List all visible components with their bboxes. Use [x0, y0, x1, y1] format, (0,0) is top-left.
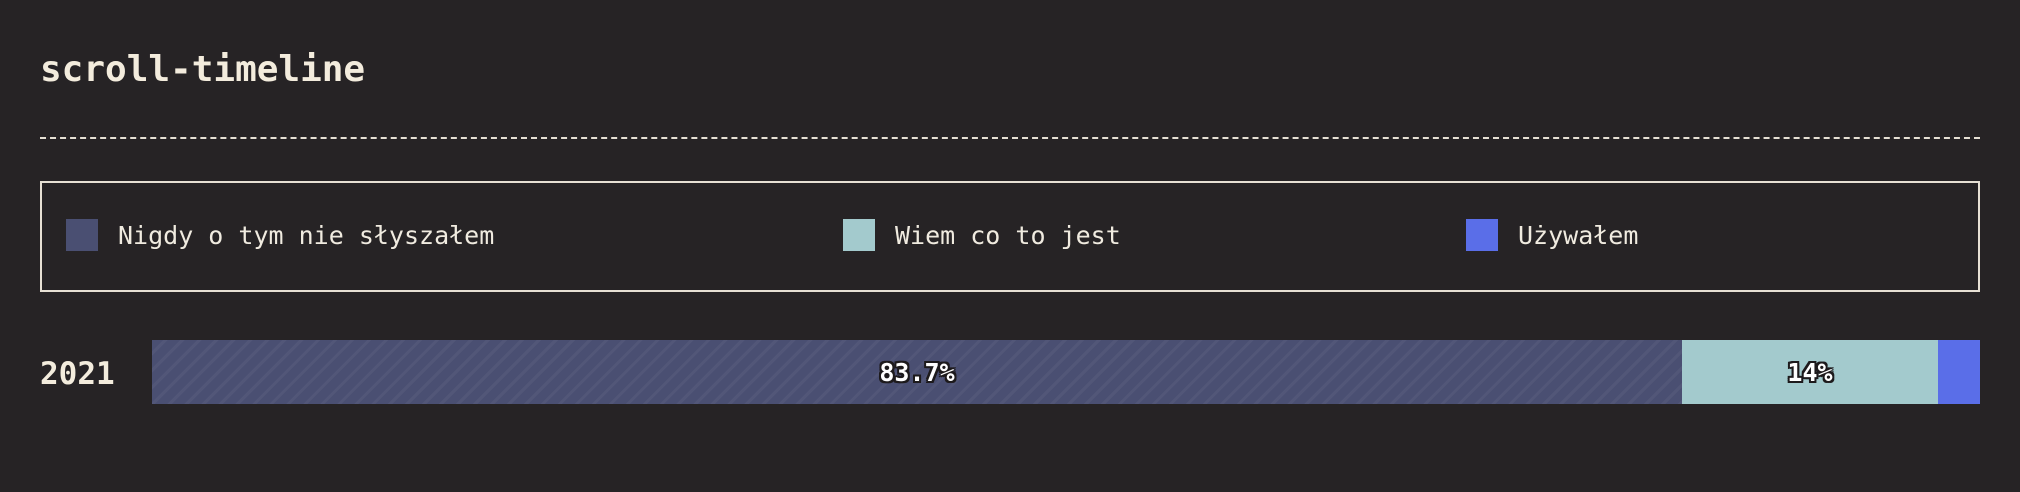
data-label: 83.7%	[879, 357, 955, 387]
legend-label-used-it: Używałem	[1518, 220, 1639, 250]
chart-title: scroll-timeline	[40, 49, 366, 90]
legend-swatch-used-it	[1466, 219, 1498, 251]
legend: Nigdy o tym nie słyszałem Wiem co to jes…	[40, 181, 1980, 292]
chart-page: scroll-timeline Nigdy o tym nie słyszałe…	[0, 0, 2020, 492]
dashed-divider	[40, 137, 1980, 139]
legend-swatch-know-what-it-is	[843, 219, 875, 251]
legend-item-never-heard[interactable]: Nigdy o tym nie słyszałem	[66, 218, 494, 252]
legend-label-never-heard: Nigdy o tym nie słyszałem	[118, 220, 495, 250]
row-label-2021: 2021	[40, 356, 115, 392]
legend-item-used-it[interactable]: Używałem	[1466, 218, 1638, 252]
legend-label-know-what-it-is: Wiem co to jest	[895, 220, 1121, 250]
bar-segment-know-what-it-is: 14%	[1682, 340, 1938, 404]
legend-item-know-what-it-is[interactable]: Wiem co to jest	[843, 218, 1121, 252]
bar-segment-used-it	[1938, 340, 1980, 404]
stacked-bar-2021: 83.7% 14%	[152, 340, 1980, 404]
data-label: 14%	[1787, 357, 1833, 387]
bar-segment-never-heard: 83.7%	[152, 340, 1682, 404]
legend-swatch-never-heard	[66, 219, 98, 251]
